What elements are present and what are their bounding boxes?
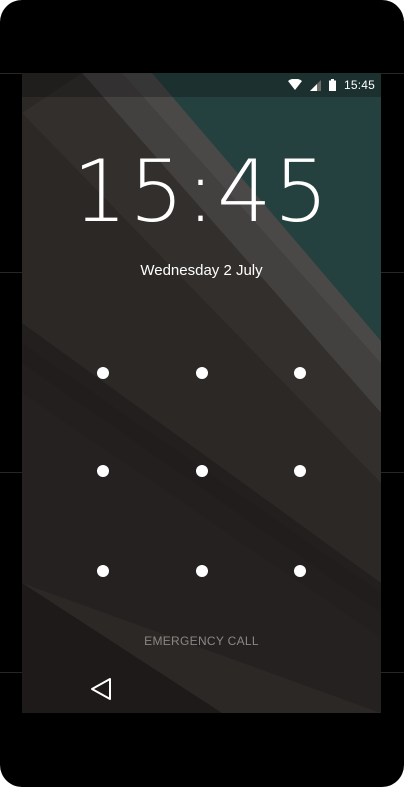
pattern-dot[interactable] xyxy=(294,367,306,379)
pattern-dot[interactable] xyxy=(196,367,208,379)
frame-divider xyxy=(0,272,22,273)
frame-divider xyxy=(0,73,22,74)
back-triangle-icon xyxy=(91,678,111,700)
pattern-dot[interactable] xyxy=(294,465,306,477)
pattern-dot[interactable] xyxy=(97,565,109,577)
pattern-dot[interactable] xyxy=(196,465,208,477)
back-button[interactable] xyxy=(86,675,118,703)
frame-divider xyxy=(0,672,22,673)
pattern-dot[interactable] xyxy=(97,465,109,477)
lock-screen: 15:45 15:45 Wednesday 2 July EMERGENCY C… xyxy=(22,73,381,713)
phone-frame: 15:45 15:45 Wednesday 2 July EMERGENCY C… xyxy=(0,0,404,787)
pattern-dot[interactable] xyxy=(97,367,109,379)
frame-divider xyxy=(381,73,404,74)
frame-divider xyxy=(381,672,404,673)
emergency-call-button[interactable]: EMERGENCY CALL xyxy=(22,634,381,648)
pattern-lock-grid[interactable] xyxy=(22,73,381,713)
pattern-dot[interactable] xyxy=(196,565,208,577)
frame-divider xyxy=(381,472,404,473)
pattern-dot[interactable] xyxy=(294,565,306,577)
frame-divider xyxy=(381,272,404,273)
frame-divider xyxy=(0,472,22,473)
